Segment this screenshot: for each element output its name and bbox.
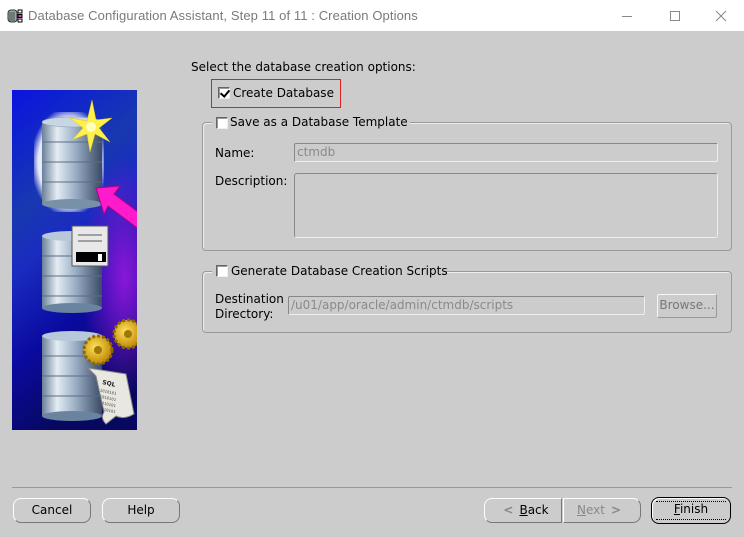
back-label: ack [527, 503, 549, 517]
create-database-checkbox[interactable] [218, 87, 230, 99]
wizard-illustration: SQL 1010101 1010101 1010101 1010101 [12, 90, 137, 430]
options-prompt: Select the database creation options: [191, 60, 416, 74]
minimize-icon [622, 15, 632, 17]
focus-indicator [656, 501, 726, 520]
close-button[interactable] [698, 0, 744, 31]
template-name-field[interactable]: ctmdb [294, 143, 718, 162]
back-button[interactable]: < Back [484, 498, 562, 523]
save-template-checkbox[interactable] [216, 117, 228, 129]
destination-label-line2: Directory: [215, 307, 274, 321]
cancel-button[interactable]: Cancel [13, 498, 91, 523]
save-template-label[interactable]: Save as a Database Template [230, 115, 408, 129]
back-mnemonic: B [519, 503, 528, 517]
destination-directory-field[interactable]: /u01/app/oracle/admin/ctmdb/scripts [288, 296, 645, 315]
next-label: ext [585, 503, 605, 517]
minimize-button[interactable] [604, 0, 650, 31]
create-database-label[interactable]: Create Database [233, 86, 334, 100]
window-title: Database Configuration Assistant, Step 1… [28, 8, 418, 23]
next-button[interactable]: Next > [563, 498, 641, 523]
chevron-right-icon: > [610, 503, 622, 517]
maximize-button[interactable] [652, 0, 698, 31]
browse-button[interactable]: Browse... [657, 294, 717, 318]
next-mnemonic: N [576, 503, 586, 517]
template-name-label: Name: [215, 146, 255, 160]
title-bar: Database Configuration Assistant, Step 1… [0, 0, 744, 31]
finish-button[interactable]: Finish [651, 497, 731, 524]
floppy-disk-icon [71, 225, 109, 267]
help-button[interactable]: Help [102, 498, 180, 523]
template-description-label: Description: [215, 174, 288, 188]
database-app-icon [7, 9, 23, 23]
footer-separator [12, 487, 732, 488]
maximize-icon [670, 10, 680, 21]
destination-label-line1: Destination [215, 292, 284, 306]
generate-scripts-checkbox[interactable] [216, 265, 228, 277]
chevron-left-icon: < [503, 503, 514, 517]
close-icon [715, 10, 727, 21]
generate-scripts-label[interactable]: Generate Database Creation Scripts [231, 264, 448, 278]
template-description-field[interactable] [294, 173, 718, 238]
